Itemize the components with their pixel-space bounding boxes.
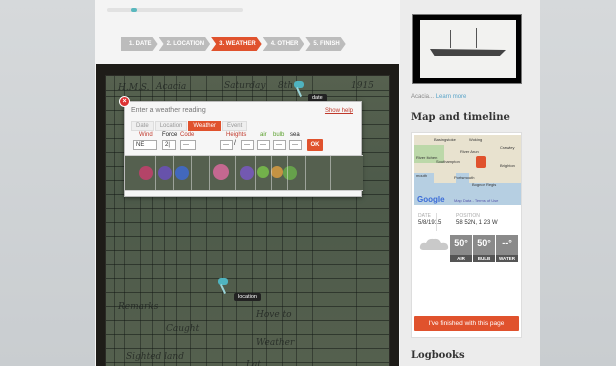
background-left: [0, 0, 95, 366]
cloud-icon: [419, 238, 449, 250]
sea-label: sea: [290, 132, 300, 138]
wind-input[interactable]: NE: [133, 140, 157, 150]
bulb-temp-label: BULB: [473, 255, 495, 262]
location-marker-icon[interactable]: [476, 156, 486, 168]
tab-date[interactable]: Date: [131, 121, 154, 131]
ship-caption: Acacia... Learn more: [411, 94, 467, 100]
code-input[interactable]: ---: [180, 140, 196, 150]
force-input[interactable]: 2|: [162, 140, 176, 150]
heights-label: Heights: [226, 132, 247, 138]
progress-fill: [131, 8, 137, 12]
wind-label: Wind: [139, 132, 153, 138]
ok-button[interactable]: OK: [307, 139, 323, 151]
air-label: air: [260, 132, 267, 138]
location-map[interactable]: Basingstoke Woking Crawley River Arun Ri…: [414, 135, 521, 205]
tab-location[interactable]: Location: [154, 121, 188, 131]
air-temp-label: AIR: [450, 255, 472, 262]
sea-input[interactable]: ---: [289, 140, 302, 150]
dialog-title: Enter a weather reading: [131, 107, 206, 114]
map-timeline-panel: Basingstoke Woking Crawley River Arun Ri…: [411, 132, 522, 338]
bulb-label: bulb: [273, 132, 285, 138]
bulb-input[interactable]: ---: [273, 140, 286, 150]
map-terms-link[interactable]: Map Data - Terms of Use: [454, 198, 498, 203]
logbook-row-preview: [125, 155, 363, 191]
step-finish[interactable]: 5. FINISH: [305, 37, 345, 51]
bulb-temp-value: 50°: [473, 235, 495, 255]
logbooks-title: Logbooks: [411, 350, 465, 361]
dialog-tabs: Date Location Weather Event: [131, 121, 248, 131]
step-other[interactable]: 4. OTHER: [263, 37, 305, 51]
step-location[interactable]: 2. LOCATION: [159, 37, 211, 51]
date-label: DATE: [418, 213, 431, 219]
show-help-link[interactable]: Show help: [325, 108, 353, 114]
height1-input[interactable]: ---: [220, 140, 233, 150]
main-column: 1. DATE 2. LOCATION 3. WEATHER 4. OTHER …: [95, 0, 400, 366]
height2-input[interactable]: ---: [241, 140, 254, 150]
code-label: Code: [180, 132, 195, 138]
google-logo: Google: [417, 195, 445, 204]
position-label: POSITION: [456, 213, 480, 219]
map-timeline-title: Map and timeline: [411, 112, 510, 123]
height-separator: /: [234, 140, 236, 147]
step-date[interactable]: 1. DATE: [121, 37, 158, 51]
ship-photo[interactable]: [412, 14, 522, 84]
date-pin[interactable]: [292, 81, 306, 97]
force-label: Force: [162, 132, 178, 138]
date-value: 5/8/1915: [418, 220, 442, 226]
location-pin[interactable]: [216, 278, 230, 294]
background-right: [540, 0, 616, 366]
weather-reading-dialog: × Enter a weather reading Show help Date…: [119, 96, 363, 197]
location-pin-label: location: [234, 293, 261, 301]
finished-page-button[interactable]: I've finished with this page: [414, 316, 519, 331]
tab-event[interactable]: Event: [221, 121, 248, 131]
air-input[interactable]: ---: [257, 140, 270, 150]
step-navigation: 1. DATE 2. LOCATION 3. WEATHER 4. OTHER …: [121, 37, 347, 51]
water-temp-value: --°: [496, 235, 518, 255]
learn-more-link[interactable]: Learn more: [436, 94, 467, 100]
tab-weather[interactable]: Weather: [188, 121, 221, 131]
close-icon[interactable]: ×: [119, 96, 130, 107]
air-temp-value: 50°: [450, 235, 472, 255]
progress-track: [107, 8, 243, 12]
step-weather[interactable]: 3. WEATHER: [211, 37, 262, 51]
water-temp-label: WATER: [496, 255, 518, 262]
position-value: 58 52N, 1 23 W: [456, 220, 498, 226]
sidebar: Acacia... Learn more Map and timeline Ba…: [400, 0, 540, 366]
